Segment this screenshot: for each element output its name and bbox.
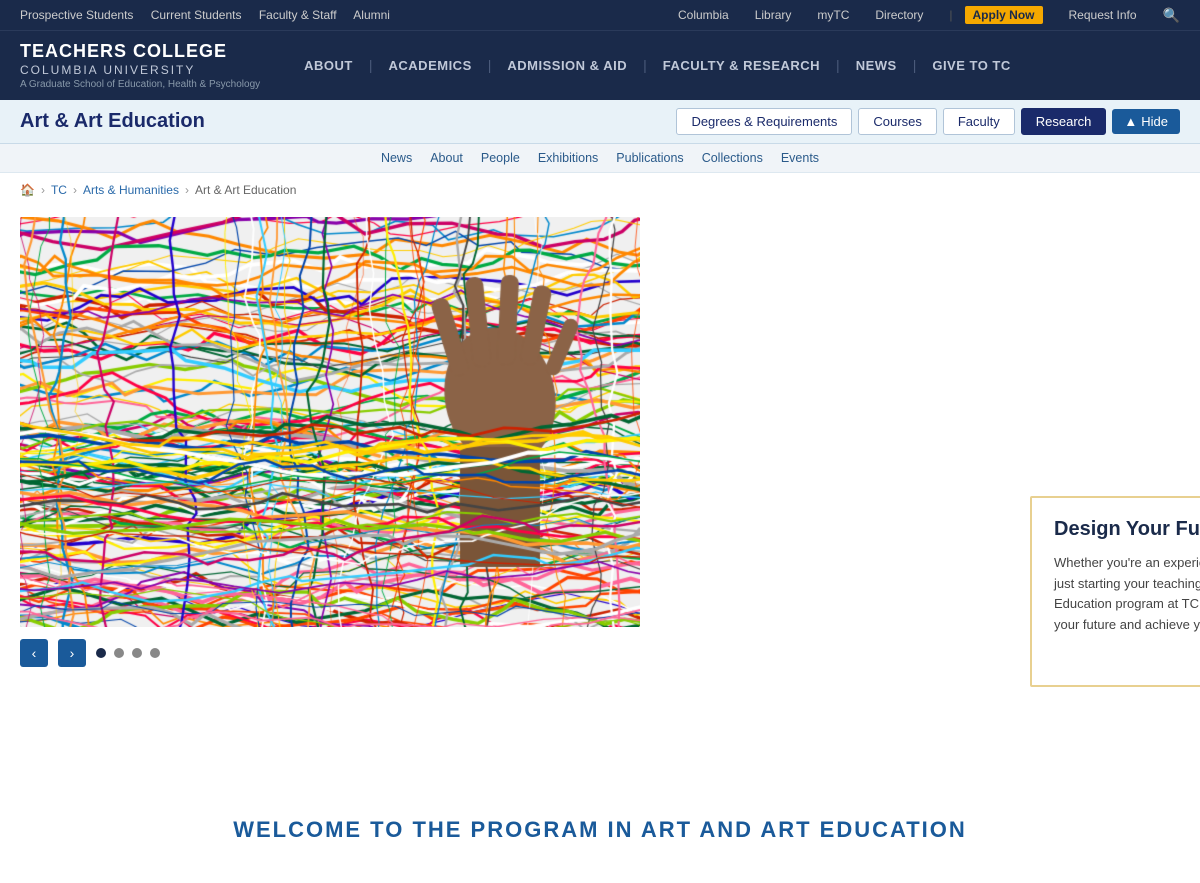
slide-dot-4[interactable] — [150, 648, 160, 658]
nav-sep-1: | — [367, 57, 375, 73]
arrow-up-icon: ▲ — [1124, 114, 1137, 129]
welcome-section: WELCOME TO THE PROGRAM IN ART AND ART ED… — [20, 797, 1180, 863]
prospective-students-link[interactable]: Prospective Students — [20, 8, 133, 22]
program-tabs: Degrees & Requirements Courses Faculty R… — [676, 108, 1180, 135]
logo-cu: COLUMBIA UNIVERSITY — [20, 63, 260, 77]
program-header: Art & Art Education Degrees & Requiremen… — [0, 100, 1200, 144]
slide-wrapper: Design Your Future Whether you're an exp… — [20, 217, 1000, 627]
main-nav-links: ABOUT | ACADEMICS | ADMISSION & AID | FA… — [290, 36, 1025, 95]
program-title: Art & Art Education — [20, 110, 205, 133]
slideshow-container — [20, 217, 640, 627]
tab-faculty[interactable]: Faculty — [943, 108, 1015, 135]
utility-right-links: Columbia Library myTC Directory | Apply … — [678, 6, 1180, 24]
sec-nav-about[interactable]: About — [430, 149, 463, 167]
directory-link[interactable]: Directory — [875, 8, 923, 22]
sec-nav-news[interactable]: News — [381, 149, 412, 167]
nav-give[interactable]: GIVE TO TC — [918, 36, 1024, 95]
nav-about[interactable]: ABOUT — [290, 36, 367, 95]
tab-degrees[interactable]: Degrees & Requirements — [676, 108, 852, 135]
logo-sub: A Graduate School of Education, Health &… — [20, 79, 260, 90]
sec-nav-events[interactable]: Events — [781, 149, 819, 167]
nav-sep-3: | — [641, 57, 649, 73]
info-box-text: Whether you're an experienced art educat… — [1054, 553, 1200, 636]
divider: | — [949, 8, 952, 22]
request-info-link[interactable]: Request Info — [1069, 8, 1137, 22]
logo-tc: TEACHERS COLLEGE — [20, 41, 260, 63]
bc-tc[interactable]: TC — [51, 183, 67, 197]
sec-nav-people[interactable]: People — [481, 149, 520, 167]
nav-admission[interactable]: ADMISSION & AID — [493, 36, 641, 95]
utility-left-links: Prospective Students Current Students Fa… — [20, 8, 404, 22]
bc-arts-humanities[interactable]: Arts & Humanities — [83, 183, 179, 197]
library-link[interactable]: Library — [755, 8, 792, 22]
bc-current: Art & Art Education — [195, 183, 296, 197]
slide-controls: ‹ › — [20, 639, 1180, 667]
hide-button[interactable]: ▲ Hide — [1112, 109, 1180, 134]
home-icon: 🏠 — [20, 183, 35, 197]
next-slide-button[interactable]: › — [58, 639, 86, 667]
main-content: Design Your Future Whether you're an exp… — [0, 207, 1200, 883]
bc-sep-1: › — [41, 183, 45, 197]
secondary-nav: News About People Exhibitions Publicatio… — [0, 144, 1200, 173]
apply-now-link[interactable]: Apply Now — [965, 6, 1043, 24]
columbia-link[interactable]: Columbia — [678, 8, 729, 22]
info-box: Design Your Future Whether you're an exp… — [1030, 496, 1200, 687]
nav-sep-2: | — [486, 57, 494, 73]
current-students-link[interactable]: Current Students — [151, 8, 242, 22]
slide-image — [20, 217, 640, 627]
nav-sep-5: | — [911, 57, 919, 73]
sec-nav-exhibitions[interactable]: Exhibitions — [538, 149, 598, 167]
nav-sep-4: | — [834, 57, 842, 73]
tab-research[interactable]: Research — [1021, 108, 1107, 135]
welcome-title: WELCOME TO THE PROGRAM IN ART AND ART ED… — [40, 817, 1160, 843]
tab-courses[interactable]: Courses — [858, 108, 936, 135]
nav-faculty-research[interactable]: FACULTY & RESEARCH — [649, 36, 834, 95]
nav-news[interactable]: NEWS — [842, 36, 911, 95]
slide-dot-3[interactable] — [132, 648, 142, 658]
sec-nav-collections[interactable]: Collections — [702, 149, 763, 167]
slide-dot-2[interactable] — [114, 648, 124, 658]
nav-academics[interactable]: ACADEMICS — [375, 36, 486, 95]
logo-area[interactable]: TEACHERS COLLEGE COLUMBIA UNIVERSITY A G… — [20, 31, 260, 100]
slide-dot-1[interactable] — [96, 648, 106, 658]
alumni-link[interactable]: Alumni — [353, 8, 390, 22]
bc-sep-2: › — [73, 183, 77, 197]
sec-nav-publications[interactable]: Publications — [616, 149, 683, 167]
breadcrumb: 🏠 › TC › Arts & Humanities › Art & Art E… — [0, 173, 1200, 207]
wire-art — [20, 217, 640, 627]
faculty-staff-link[interactable]: Faculty & Staff — [259, 8, 337, 22]
info-box-title: Design Your Future — [1054, 518, 1200, 541]
bc-sep-3: › — [185, 183, 189, 197]
utility-bar: Prospective Students Current Students Fa… — [0, 0, 1200, 30]
slide-dots — [96, 648, 160, 658]
search-icon[interactable]: 🔍 — [1163, 7, 1180, 24]
prev-slide-button[interactable]: ‹ — [20, 639, 48, 667]
main-nav: TEACHERS COLLEGE COLUMBIA UNIVERSITY A G… — [0, 30, 1200, 100]
mytc-link[interactable]: myTC — [817, 8, 849, 22]
